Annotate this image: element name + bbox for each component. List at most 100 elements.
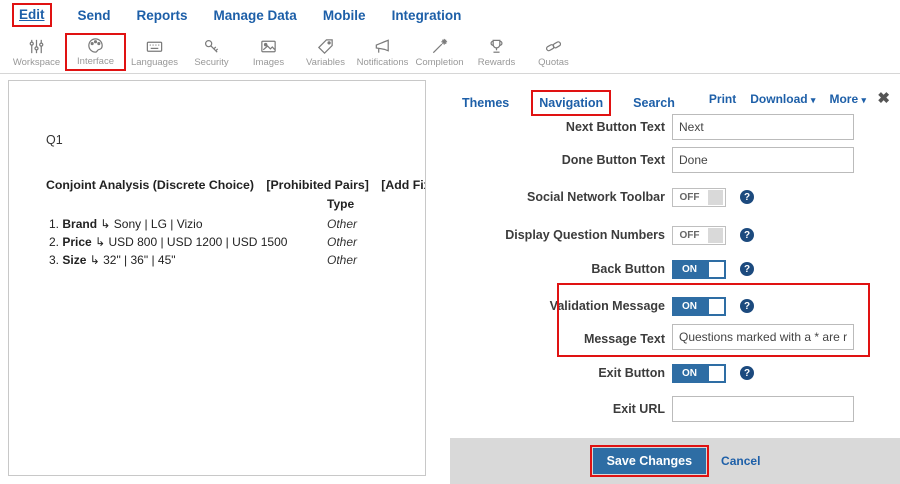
display-question-numbers-label: Display Question Numbers — [505, 228, 665, 242]
validation-message-toggle[interactable]: ON — [672, 297, 726, 316]
toolbar-item-quotas[interactable]: Quotas — [525, 35, 582, 68]
question-title: Conjoint Analysis (Discrete Choice) — [46, 178, 254, 192]
toolbar-item-languages[interactable]: Languages — [126, 35, 183, 68]
nav-item-edit[interactable]: Edit — [19, 7, 45, 22]
completion-wand-icon — [430, 37, 449, 56]
exit-url-label: Exit URL — [613, 402, 665, 416]
toolbar-item-notifications[interactable]: Notifications — [354, 35, 411, 68]
attribute-row: 1. Brand ↳ Sony | LG | Vizio Other — [9, 217, 425, 233]
attribute-type: Other — [327, 253, 357, 267]
quotas-chain-icon — [544, 37, 563, 56]
rewards-trophy-icon — [487, 37, 506, 56]
toolbar-label: Workspace — [8, 57, 65, 68]
toolbar-label: Security — [183, 57, 240, 68]
panel-footer: Save Changes Cancel — [450, 438, 900, 484]
workspace-icon — [27, 37, 46, 56]
toolbar-item-images[interactable]: Images — [240, 35, 297, 68]
help-icon[interactable]: ? — [740, 190, 754, 204]
variables-tag-icon — [316, 37, 335, 56]
question-title-row: Conjoint Analysis (Discrete Choice) [Pro… — [46, 178, 426, 192]
nav-item-reports[interactable]: Reports — [137, 8, 188, 23]
toolbar-label: Completion — [411, 57, 468, 68]
toolbar-item-completion[interactable]: Completion — [411, 35, 468, 68]
social-network-toolbar-toggle[interactable]: OFF — [672, 188, 726, 207]
tab-themes[interactable]: Themes — [462, 96, 509, 110]
toggle-state: ON — [672, 264, 707, 275]
annotation-box-save: Save Changes — [590, 445, 709, 477]
toggle-state: ON — [672, 368, 707, 379]
validation-message-label: Validation Message — [550, 299, 665, 313]
tab-search[interactable]: Search — [633, 96, 675, 110]
exit-url-input[interactable] — [672, 396, 854, 422]
toolbar-label: Images — [240, 57, 297, 68]
nav-item-mobile[interactable]: Mobile — [323, 8, 366, 23]
print-link[interactable]: Print — [709, 92, 736, 106]
prohibited-pairs-link[interactable]: [Prohibited Pairs] — [266, 178, 369, 192]
security-key-icon — [202, 37, 221, 56]
back-button-toggle[interactable]: ON — [672, 260, 726, 279]
add-fixed-tasks-link[interactable]: [Add Fixed Tasks — [381, 178, 426, 192]
languages-keyboard-icon — [145, 37, 164, 56]
message-text-label: Message Text — [584, 332, 665, 346]
question-code: Q1 — [46, 133, 63, 147]
attribute-name: Size — [62, 253, 86, 267]
help-icon[interactable]: ? — [740, 228, 754, 242]
top-nav: Edit Send Reports Manage Data Mobile Int… — [0, 0, 900, 30]
app-window: Edit Send Reports Manage Data Mobile Int… — [0, 0, 900, 484]
notifications-megaphone-icon — [373, 37, 392, 56]
toggle-state: OFF — [673, 230, 706, 241]
done-button-text-label: Done Button Text — [562, 153, 665, 167]
help-icon[interactable]: ? — [740, 366, 754, 380]
exit-button-label: Exit Button — [598, 366, 665, 380]
download-link[interactable]: Download ▾ — [750, 92, 815, 106]
display-question-numbers-toggle[interactable]: OFF — [672, 226, 726, 245]
done-button-text-input[interactable] — [672, 147, 854, 173]
social-network-toolbar-label: Social Network Toolbar — [527, 190, 665, 204]
toggle-knob — [709, 299, 724, 314]
toolbar-item-workspace[interactable]: Workspace — [8, 35, 65, 68]
help-icon[interactable]: ? — [740, 299, 754, 313]
close-icon[interactable]: ✖ — [877, 89, 890, 107]
attribute-levels: ↳ USD 800 | USD 1200 | USD 1500 — [95, 235, 287, 249]
cancel-link[interactable]: Cancel — [721, 454, 760, 468]
save-changes-button[interactable]: Save Changes — [593, 448, 706, 474]
row-number: 3. — [49, 253, 59, 267]
more-link[interactable]: More ▾ — [829, 92, 866, 106]
next-button-text-input[interactable] — [672, 114, 854, 140]
exit-button-toggle[interactable]: ON — [672, 364, 726, 383]
toolbar-label: Interface — [69, 56, 122, 67]
nav-item-integration[interactable]: Integration — [392, 8, 462, 23]
attribute-text: 2. Price ↳ USD 800 | USD 1200 | USD 1500 — [49, 235, 287, 249]
attribute-name: Price — [62, 235, 91, 249]
panel-actions: Print Download ▾ More ▾ — [709, 92, 866, 106]
nav-item-manage-data[interactable]: Manage Data — [214, 8, 297, 23]
help-icon[interactable]: ? — [740, 262, 754, 276]
next-button-text-label: Next Button Text — [566, 120, 665, 134]
download-label: Download — [750, 92, 807, 106]
toggle-knob — [709, 262, 724, 277]
settings-panel-header: Themes Navigation Search Print Download … — [450, 86, 900, 116]
more-label: More — [829, 92, 858, 106]
toggle-state: ON — [672, 301, 707, 312]
message-text-input[interactable] — [672, 324, 854, 350]
toggle-state: OFF — [673, 192, 706, 203]
toggle-knob — [708, 228, 723, 243]
attribute-row: 3. Size ↳ 32" | 36" | 45" Other — [9, 253, 425, 269]
toolbar-label: Rewards — [468, 57, 525, 68]
back-button-label: Back Button — [591, 262, 665, 276]
toolbar-item-variables[interactable]: Variables — [297, 35, 354, 68]
attribute-levels: ↳ Sony | LG | Vizio — [100, 217, 202, 231]
toolbar-label: Quotas — [525, 57, 582, 68]
nav-item-send[interactable]: Send — [78, 8, 111, 23]
tab-navigation[interactable]: Navigation — [539, 96, 603, 110]
interface-palette-icon — [86, 36, 105, 55]
attribute-type: Other — [327, 217, 357, 231]
navigation-settings-form: Next Button Text Done Button Text Social… — [450, 114, 900, 438]
toolbar-item-interface[interactable]: Interface — [65, 33, 126, 71]
toolbar-item-security[interactable]: Security — [183, 35, 240, 68]
toggle-knob — [708, 190, 723, 205]
attribute-type: Other — [327, 235, 357, 249]
images-icon — [259, 37, 278, 56]
toolbar-item-rewards[interactable]: Rewards — [468, 35, 525, 68]
edit-toolbar: Workspace Interface Languages Security I… — [0, 30, 900, 74]
